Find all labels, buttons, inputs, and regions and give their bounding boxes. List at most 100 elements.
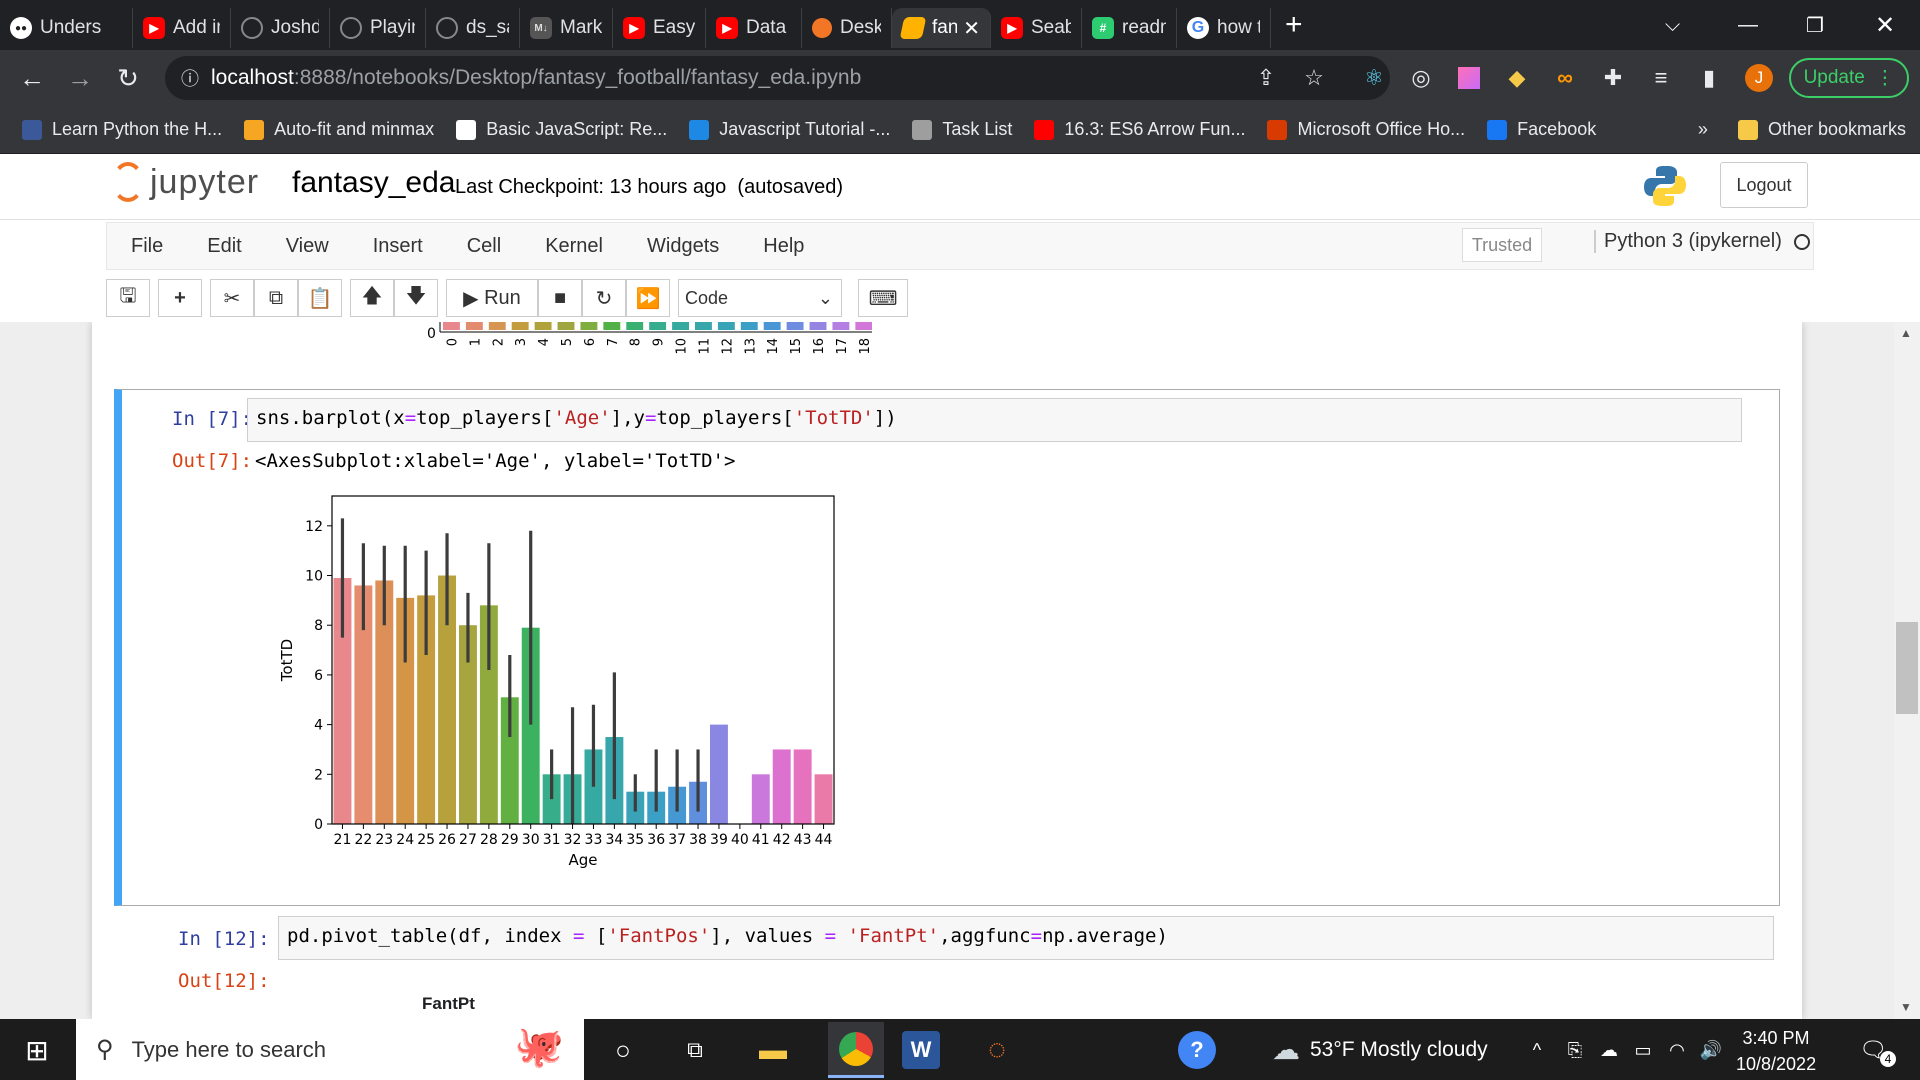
- logout-button[interactable]: Logout: [1720, 162, 1808, 208]
- menu-widgets[interactable]: Widgets: [647, 235, 719, 258]
- bookmark-item[interactable]: Task List: [912, 119, 1012, 140]
- tab-11[interactable]: # readm: [1082, 8, 1177, 48]
- selected-code-cell[interactable]: In [7]: sns.barplot(x=top_players['Age']…: [114, 389, 1780, 906]
- onedrive-icon[interactable]: ☁: [1590, 1031, 1628, 1069]
- windows-start-icon[interactable]: ⊞: [18, 1031, 56, 1069]
- tab-9[interactable]: fan ✕: [892, 8, 991, 48]
- tab-10[interactable]: ▶ Seabor: [991, 8, 1082, 48]
- site-info-icon[interactable]: ⓘ: [181, 65, 199, 91]
- paste-icon[interactable]: 📋: [298, 279, 342, 317]
- menu-kernel[interactable]: Kernel: [545, 235, 603, 258]
- react-devtools-icon[interactable]: ⚛: [1360, 64, 1388, 92]
- keyboard-shortcuts-icon[interactable]: ⌨: [858, 279, 908, 317]
- word-taskbar-icon[interactable]: W: [902, 1031, 940, 1069]
- help-icon[interactable]: ?: [1178, 1031, 1216, 1069]
- taskbar-search-box[interactable]: ⚲ Type here to search 🐙: [76, 1019, 584, 1080]
- notebook-name[interactable]: fantasy_eda: [292, 166, 455, 200]
- meet-now-icon[interactable]: ⎘: [1556, 1031, 1594, 1069]
- cell-type-select[interactable]: Code ⌄: [678, 279, 842, 317]
- code-input-12[interactable]: pd.pivot_table(df, index = ['FantPos'], …: [278, 916, 1774, 960]
- volume-icon[interactable]: 🔊: [1692, 1031, 1730, 1069]
- show-hidden-icons-icon[interactable]: ^: [1518, 1031, 1556, 1069]
- menu-help[interactable]: Help: [763, 235, 804, 258]
- tab-search-icon[interactable]: ⌵: [1665, 0, 1680, 50]
- cut-icon[interactable]: ✂: [210, 279, 254, 317]
- bookmark-star-icon[interactable]: ☆: [1300, 64, 1328, 92]
- tab-1[interactable]: ▶ Add im: [133, 8, 231, 48]
- tab-title: Joshdu: [271, 17, 319, 38]
- copy-icon[interactable]: ⧉: [254, 279, 298, 317]
- x-tick-label: 31: [543, 832, 561, 848]
- co-extension-icon[interactable]: ∞: [1551, 64, 1579, 92]
- menu-cell[interactable]: Cell: [467, 235, 501, 258]
- scroll-up-icon[interactable]: ▲: [1900, 326, 1912, 340]
- bookmark-item[interactable]: Javascript Tutorial -...: [689, 119, 890, 140]
- other-bookmarks[interactable]: Other bookmarks: [1737, 119, 1906, 140]
- tab-8[interactable]: Deskto: [802, 8, 892, 48]
- tab-6[interactable]: ▶ Easy W: [613, 8, 706, 48]
- scrollbar-thumb[interactable]: [1896, 622, 1918, 714]
- jupyter-logo[interactable]: jupyter: [112, 162, 259, 202]
- color-picker-extension-icon[interactable]: [1458, 67, 1480, 89]
- notification-center-icon[interactable]: 🗨 4: [1854, 1031, 1896, 1069]
- system-clock[interactable]: 3:40 PM 10/8/2022: [1736, 1025, 1816, 1077]
- weather-widget[interactable]: ☁ 53°F Mostly cloudy: [1272, 1033, 1488, 1066]
- bookmark-item[interactable]: Learn Python the H...: [22, 119, 222, 140]
- extension-target-icon[interactable]: ◎: [1407, 64, 1435, 92]
- profile-avatar[interactable]: J: [1745, 64, 1773, 92]
- menu-view[interactable]: View: [286, 235, 329, 258]
- bookmark-item[interactable]: Auto-fit and minmax: [244, 119, 434, 140]
- reading-list-icon[interactable]: ≡: [1647, 64, 1675, 92]
- tab-0[interactable]: ●● Unders: [0, 8, 133, 48]
- reload-icon[interactable]: ↻: [108, 63, 148, 94]
- restart-icon[interactable]: ↻: [582, 279, 626, 317]
- code-input[interactable]: sns.barplot(x=top_players['Age'],y=top_p…: [247, 398, 1742, 442]
- tab-7[interactable]: ▶ Data S: [706, 8, 802, 48]
- chrome-taskbar-icon[interactable]: [828, 1022, 884, 1078]
- side-panel-icon[interactable]: ▮: [1695, 64, 1723, 92]
- scroll-down-icon[interactable]: ▼: [1900, 1000, 1912, 1014]
- bookmark-item[interactable]: 16.3: ES6 Arrow Fun...: [1034, 119, 1245, 140]
- tab-12[interactable]: Ghow to: [1177, 8, 1271, 48]
- colorful-extension-icon[interactable]: ◆: [1503, 64, 1531, 92]
- bookmarks-overflow-icon[interactable]: »: [1698, 119, 1708, 140]
- file-explorer-icon[interactable]: ▬: [754, 1031, 792, 1069]
- close-window-icon[interactable]: ✕: [1875, 0, 1895, 50]
- kernel-indicator[interactable]: Python 3 (ipykernel): [1594, 230, 1810, 253]
- jupyter-taskbar-icon[interactable]: ◌: [978, 1031, 1016, 1069]
- move-down-icon[interactable]: 🡇: [394, 279, 438, 317]
- back-icon[interactable]: ←: [12, 63, 52, 94]
- tab-5[interactable]: M↓ Markd: [520, 8, 613, 48]
- insert-cell-icon[interactable]: +: [158, 279, 202, 317]
- address-bar[interactable]: ⓘ localhost:8888/notebooks/Desktop/fanta…: [165, 56, 1390, 100]
- trusted-indicator[interactable]: Trusted: [1462, 228, 1542, 262]
- cortana-icon[interactable]: ○: [604, 1031, 642, 1069]
- tab-close-icon[interactable]: ✕: [963, 16, 980, 41]
- move-up-icon[interactable]: 🡅: [350, 279, 394, 317]
- restart-run-all-icon[interactable]: ⏩: [626, 279, 670, 317]
- menu-insert[interactable]: Insert: [373, 235, 423, 258]
- forward-icon[interactable]: →: [60, 63, 100, 94]
- new-tab-icon[interactable]: +: [1285, 8, 1303, 42]
- menu-edit[interactable]: Edit: [207, 235, 241, 258]
- tab-4[interactable]: ds_sala: [426, 8, 520, 48]
- task-view-icon[interactable]: ⧉: [676, 1031, 714, 1069]
- share-icon[interactable]: ⇪: [1252, 64, 1280, 92]
- save-icon[interactable]: 🖫: [106, 279, 150, 317]
- tab-3[interactable]: Playing: [330, 8, 426, 48]
- x-tick-label: 26: [438, 832, 456, 848]
- battery-icon[interactable]: ▭: [1624, 1031, 1662, 1069]
- bookmark-item[interactable]: Basic JavaScript: Re...: [456, 119, 667, 140]
- interrupt-icon[interactable]: ■: [538, 279, 582, 317]
- wifi-icon[interactable]: ◠: [1658, 1031, 1696, 1069]
- restore-icon[interactable]: ❐: [1806, 0, 1824, 50]
- tab-2[interactable]: Joshdu: [231, 8, 330, 48]
- menu-file[interactable]: File: [131, 235, 163, 258]
- bookmark-item[interactable]: Facebook: [1487, 119, 1596, 140]
- minimize-icon[interactable]: —: [1738, 0, 1758, 50]
- run-button[interactable]: ▶ Run: [446, 279, 538, 317]
- extensions-puzzle-icon[interactable]: ✚: [1599, 64, 1627, 92]
- update-button[interactable]: Update ⋮: [1789, 58, 1909, 98]
- bookmark-item[interactable]: Microsoft Office Ho...: [1267, 119, 1465, 140]
- x-tick-label: 16: [812, 338, 827, 355]
